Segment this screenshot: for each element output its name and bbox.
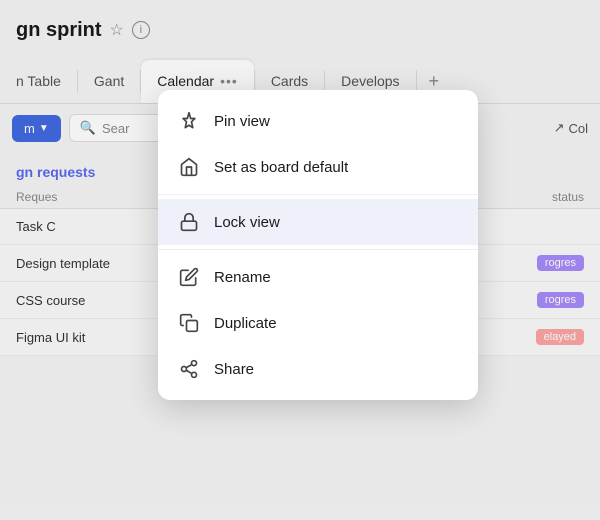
menu-item-rename[interactable]: Rename bbox=[158, 254, 478, 300]
menu-item-pin-label: Pin view bbox=[214, 113, 270, 130]
menu-item-duplicate[interactable]: Duplicate bbox=[158, 300, 478, 346]
menu-divider-1 bbox=[158, 194, 478, 195]
copy-icon bbox=[178, 312, 200, 334]
menu-item-board-default-label: Set as board default bbox=[214, 159, 348, 176]
pin-icon bbox=[178, 110, 200, 132]
menu-item-share-label: Share bbox=[214, 361, 254, 378]
dropdown-menu: Pin view Set as board default Lock view bbox=[158, 90, 478, 400]
menu-item-lock-label: Lock view bbox=[214, 214, 280, 231]
pencil-icon bbox=[178, 266, 200, 288]
menu-item-pin[interactable]: Pin view bbox=[158, 98, 478, 144]
home-icon bbox=[178, 156, 200, 178]
share-icon bbox=[178, 358, 200, 380]
lock-icon bbox=[178, 211, 200, 233]
menu-item-board-default[interactable]: Set as board default bbox=[158, 144, 478, 190]
menu-item-duplicate-label: Duplicate bbox=[214, 315, 277, 332]
menu-item-rename-label: Rename bbox=[214, 269, 271, 286]
menu-item-share[interactable]: Share bbox=[158, 346, 478, 392]
menu-item-lock[interactable]: Lock view bbox=[158, 199, 478, 245]
menu-divider-2 bbox=[158, 249, 478, 250]
